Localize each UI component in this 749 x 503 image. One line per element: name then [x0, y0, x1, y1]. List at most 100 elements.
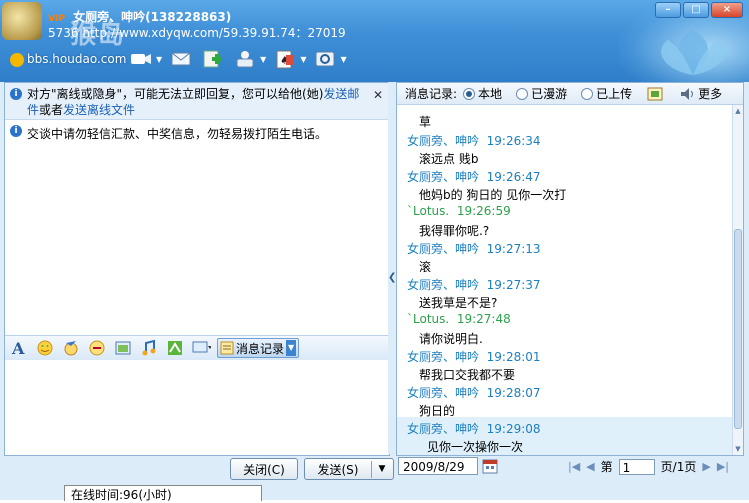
shake-icon[interactable] — [87, 339, 107, 357]
close-window-button[interactable]: × — [711, 2, 743, 18]
page-number-input[interactable]: 1 — [618, 458, 655, 475]
toolbar-apps[interactable]: ▼ — [232, 46, 266, 72]
message-record-button[interactable]: 消息记录 ▼ — [217, 338, 300, 358]
toolbar-settings[interactable]: ▼ — [312, 46, 347, 72]
message-record-icon — [220, 341, 234, 355]
pane-splitter[interactable]: ❮ — [388, 82, 396, 454]
radio-local-label: 本地 — [478, 87, 503, 101]
radio-roamed[interactable] — [516, 87, 529, 100]
watermark-dot-icon — [10, 52, 24, 67]
online-time-tab: 在线时间:96(小时) — [64, 485, 262, 502]
maximize-button[interactable]: □ — [683, 2, 709, 18]
offline-notice-text: 对方"离线或隐身"，可能无法立即回复，您可以给他(她)发送邮件或者发送离线文件 — [27, 87, 360, 117]
message-text: 见你一次操你一次 — [427, 440, 524, 454]
message-text: 他妈b的 狗日的 见你一次打 — [419, 188, 567, 202]
contact-signature: 5736 http://www.xdyqw.com/59.39.91.74：27… — [48, 24, 346, 41]
close-icon[interactable]: ✕ — [373, 87, 383, 103]
warning-info-icon: i — [10, 125, 22, 137]
send-offline-file-link[interactable]: 发送离线文件 — [63, 103, 135, 117]
settings-icon — [312, 46, 338, 72]
offline-notice: i 对方"离线或隐身"，可能无法立即回复，您可以给他(她)发送邮件或者发送离线文… — [5, 83, 389, 120]
info-icon: i — [10, 88, 22, 100]
mail-icon — [168, 46, 194, 72]
message-header: `Lotus. 19:27:48 — [407, 312, 511, 326]
radio-local[interactable] — [463, 87, 476, 100]
page-prefix: 第 — [600, 460, 613, 474]
format-toolbar: A 消息记录 ▼ — [5, 335, 393, 361]
message-list: 草 女厕旁、呻吟 19:26:34 滚远点 贱b 女厕旁、呻吟 19:26:47… — [397, 105, 733, 455]
send-button[interactable]: 发送(S) ▼ — [304, 458, 394, 480]
screenshot-icon[interactable] — [113, 339, 133, 357]
scroll-thumb[interactable] — [734, 229, 742, 429]
first-page-icon[interactable]: |◀ — [568, 460, 580, 473]
window-controls: – □ × — [655, 2, 743, 18]
toolbar-video[interactable]: ▼ — [128, 46, 162, 72]
history-footer: 2009/8/29 |◀ ◀ 第 1 页/1页 ▶ ▶| — [396, 455, 742, 479]
scrawl-icon[interactable] — [165, 339, 185, 357]
display-icon[interactable] — [191, 339, 211, 357]
security-warning: 交谈中请勿轻信汇款、中奖信息，勿轻易拨打陌生电话。 — [27, 127, 328, 141]
magic-emoji-icon[interactable] — [61, 339, 81, 357]
title-bar: 猴岛 VIP 女厕旁、呻吟(138228863) 5736 http://www… — [0, 0, 749, 82]
vip-badge: VIP — [48, 14, 65, 24]
page-suffix: 页/1页 — [660, 460, 697, 474]
message-text: 请你说明白. — [419, 332, 483, 346]
close-button[interactable]: 关闭(C) — [230, 458, 298, 480]
emoji-icon[interactable] — [35, 339, 55, 357]
send-controls: 关闭(C) 发送(S) ▼ — [230, 458, 394, 480]
message-input[interactable] — [5, 360, 389, 455]
minimize-button[interactable]: – — [655, 2, 681, 18]
contact-id: (138228863) — [145, 10, 232, 24]
contact-title: VIP 女厕旁、呻吟(138228863) — [48, 8, 231, 25]
contact-name: 女厕旁、呻吟 — [73, 10, 146, 24]
message-header: `Lotus. 19:26:59 — [407, 204, 511, 218]
signature-url: http://www.xdyqw.com/59.39.91.74：27019 — [82, 26, 346, 40]
message-text: 狗日的 — [419, 404, 456, 418]
history-scrollbar[interactable]: ▲ ▼ — [732, 105, 743, 455]
message-text: 帮我口交我都不要 — [419, 368, 516, 382]
scroll-down-icon[interactable]: ▼ — [733, 445, 743, 453]
message-text: 草 — [419, 115, 432, 129]
send-options-chevron-icon[interactable]: ▼ — [372, 464, 392, 474]
message-header: 女厕旁、呻吟 19:28:07 — [407, 386, 541, 400]
chevron-down-icon: ▼ — [286, 340, 297, 356]
message-text: 滚 — [419, 260, 432, 274]
svg-text:A: A — [11, 339, 25, 357]
video-icon — [128, 46, 154, 72]
history-title: 消息记录: — [405, 87, 458, 101]
watermark-url: bbs.houdao.com — [10, 52, 126, 67]
avatar[interactable] — [2, 2, 42, 40]
radio-roamed-label: 已漫游 — [531, 87, 568, 101]
radio-uploaded[interactable] — [581, 87, 594, 100]
pager: |◀ ◀ 第 1 页/1页 ▶ ▶| — [568, 458, 729, 475]
toolbar-games[interactable]: ♠ ▼ — [272, 46, 306, 72]
toolbar-transfer[interactable] — [200, 46, 226, 72]
message-text: 送我草是不是? — [419, 296, 498, 310]
export-icon[interactable] — [646, 86, 664, 102]
scroll-up-icon[interactable]: ▲ — [733, 107, 743, 115]
last-page-icon[interactable]: ▶| — [717, 460, 729, 473]
message-header: 女厕旁、呻吟 19:29:08 — [407, 422, 541, 436]
calendar-icon[interactable] — [482, 458, 498, 474]
chat-window: 猴岛 VIP 女厕旁、呻吟(138228863) 5736 http://www… — [0, 0, 749, 502]
font-icon[interactable]: A — [9, 339, 29, 357]
history-header: 消息记录: 本地 已漫游 已上传 更多 — [397, 83, 743, 105]
message-header: 女厕旁、呻吟 19:26:34 — [407, 134, 541, 148]
message-header: 女厕旁、呻吟 19:27:13 — [407, 242, 541, 256]
speaker-icon[interactable] — [678, 86, 696, 102]
message-history-pane: 消息记录: 本地 已漫游 已上传 更多 草 女厕旁、呻吟 19:26:34 滚远… — [396, 82, 744, 456]
more-link[interactable]: 更多 — [698, 85, 722, 102]
date-field[interactable]: 2009/8/29 — [398, 457, 478, 475]
music-icon[interactable] — [139, 339, 159, 357]
prev-page-icon[interactable]: ◀ — [586, 460, 594, 473]
games-icon: ♠ — [272, 46, 298, 72]
lotus-icon — [661, 30, 725, 75]
message-text: 我得罪你呢.? — [419, 224, 490, 238]
watermark-url-text: bbs.houdao.com — [27, 52, 127, 66]
toolbar-mail[interactable] — [168, 46, 194, 72]
message-header: 女厕旁、呻吟 19:27:37 — [407, 278, 541, 292]
next-page-icon[interactable]: ▶ — [702, 460, 710, 473]
message-header: 女厕旁、呻吟 19:26:47 — [407, 170, 541, 184]
apps-icon — [232, 46, 258, 72]
conversation-pane: i 对方"离线或隐身"，可能无法立即回复，您可以给他(她)发送邮件或者发送离线文… — [4, 82, 393, 456]
